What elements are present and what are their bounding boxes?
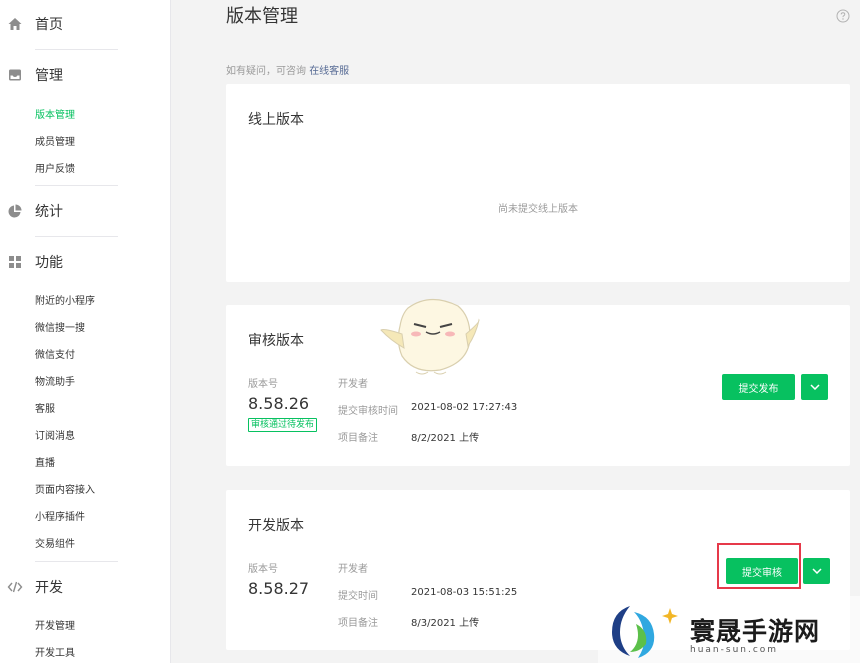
sidebar-item-live[interactable]: 直播 <box>35 454 55 469</box>
review-submit-time: 2021-08-02 17:27:43 <box>411 402 518 413</box>
dev-version-title: 开发版本 <box>248 518 304 534</box>
review-version-title: 审核版本 <box>248 333 304 349</box>
highlight-box <box>717 543 801 589</box>
online-version-empty: 尚未提交线上版本 <box>498 204 578 215</box>
watermark-url: huan-sun.com <box>690 645 779 655</box>
divider <box>35 185 118 186</box>
sidebar-item-content[interactable]: 页面内容接入 <box>35 481 95 496</box>
sidebar-item-search[interactable]: 微信搜一搜 <box>35 319 85 334</box>
help-tip-text: 如有疑问，可咨询 <box>226 66 306 77</box>
sidebar-item-plugin[interactable]: 小程序插件 <box>35 508 85 523</box>
sidebar-stats-label: 统计 <box>35 204 63 220</box>
help-tip: 如有疑问，可咨询 在线客服 <box>226 62 349 77</box>
sidebar: 首页 管理 版本管理 成员管理 用户反馈 统计 功能 附近的小程序 微信搜一搜 … <box>0 0 171 663</box>
sidebar-item-feedback[interactable]: 用户反馈 <box>35 160 75 175</box>
chevron-down-icon <box>809 384 820 390</box>
status-badge: 审核通过待发布 <box>248 418 318 432</box>
dev-developer-label: 开发者 <box>338 564 368 575</box>
dev-note-label: 项目备注 <box>338 618 378 629</box>
watermark-name: 寰晟手游网 <box>690 617 821 646</box>
dev-more-dropdown[interactable] <box>803 558 830 584</box>
review-developer-label: 开发者 <box>338 379 368 390</box>
sidebar-features-label: 功能 <box>35 255 63 271</box>
sidebar-home-label: 首页 <box>35 17 63 33</box>
home-icon <box>8 18 22 30</box>
dev-version-number: 8.58.27 <box>248 579 310 598</box>
sidebar-dev-label: 开发 <box>35 580 63 596</box>
divider <box>35 49 118 50</box>
divider <box>35 236 118 237</box>
review-note: 8/2/2021 上传 <box>411 433 480 444</box>
sidebar-item-version-manage[interactable]: 版本管理 <box>35 106 75 121</box>
sidebar-item-dev-manage[interactable]: 开发管理 <box>35 617 75 632</box>
review-note-label: 项目备注 <box>338 433 378 444</box>
dev-submit-time: 2021-08-03 15:51:25 <box>411 587 518 598</box>
inbox-icon <box>9 69 21 81</box>
grid-icon <box>9 256 21 268</box>
review-more-dropdown[interactable] <box>801 374 828 400</box>
dev-note: 8/3/2021 上传 <box>411 618 480 629</box>
online-service-link[interactable]: 在线客服 <box>309 66 349 77</box>
review-submit-time-label: 提交审核时间 <box>338 406 398 417</box>
sidebar-item-trade[interactable]: 交易组件 <box>35 535 75 550</box>
online-version-title: 线上版本 <box>248 112 304 128</box>
mascot-sticker <box>380 298 480 375</box>
sidebar-item-dev-tools[interactable]: 开发工具 <box>35 644 75 659</box>
review-version-number: 8.58.26 <box>248 394 310 413</box>
page-title: 版本管理 <box>226 6 298 27</box>
help-icon[interactable] <box>836 9 850 23</box>
online-version-card: 线上版本 尚未提交线上版本 <box>226 84 850 282</box>
sidebar-item-member-manage[interactable]: 成员管理 <box>35 133 75 148</box>
sidebar-item-pay[interactable]: 微信支付 <box>35 346 75 361</box>
sidebar-item-service[interactable]: 客服 <box>35 400 55 415</box>
pie-chart-icon <box>8 204 22 218</box>
chevron-down-icon <box>811 568 822 574</box>
sidebar-manage-label: 管理 <box>35 68 63 84</box>
submit-release-button[interactable]: 提交发布 <box>722 374 795 400</box>
sidebar-item-nearby[interactable]: 附近的小程序 <box>35 292 95 307</box>
dev-version-label: 版本号 <box>248 564 278 575</box>
divider <box>35 561 118 562</box>
code-icon <box>7 581 23 593</box>
review-version-label: 版本号 <box>248 379 278 390</box>
sidebar-item-logistics[interactable]: 物流助手 <box>35 373 75 388</box>
dev-submit-time-label: 提交时间 <box>338 591 378 602</box>
sidebar-item-subscribe[interactable]: 订阅消息 <box>35 427 75 442</box>
